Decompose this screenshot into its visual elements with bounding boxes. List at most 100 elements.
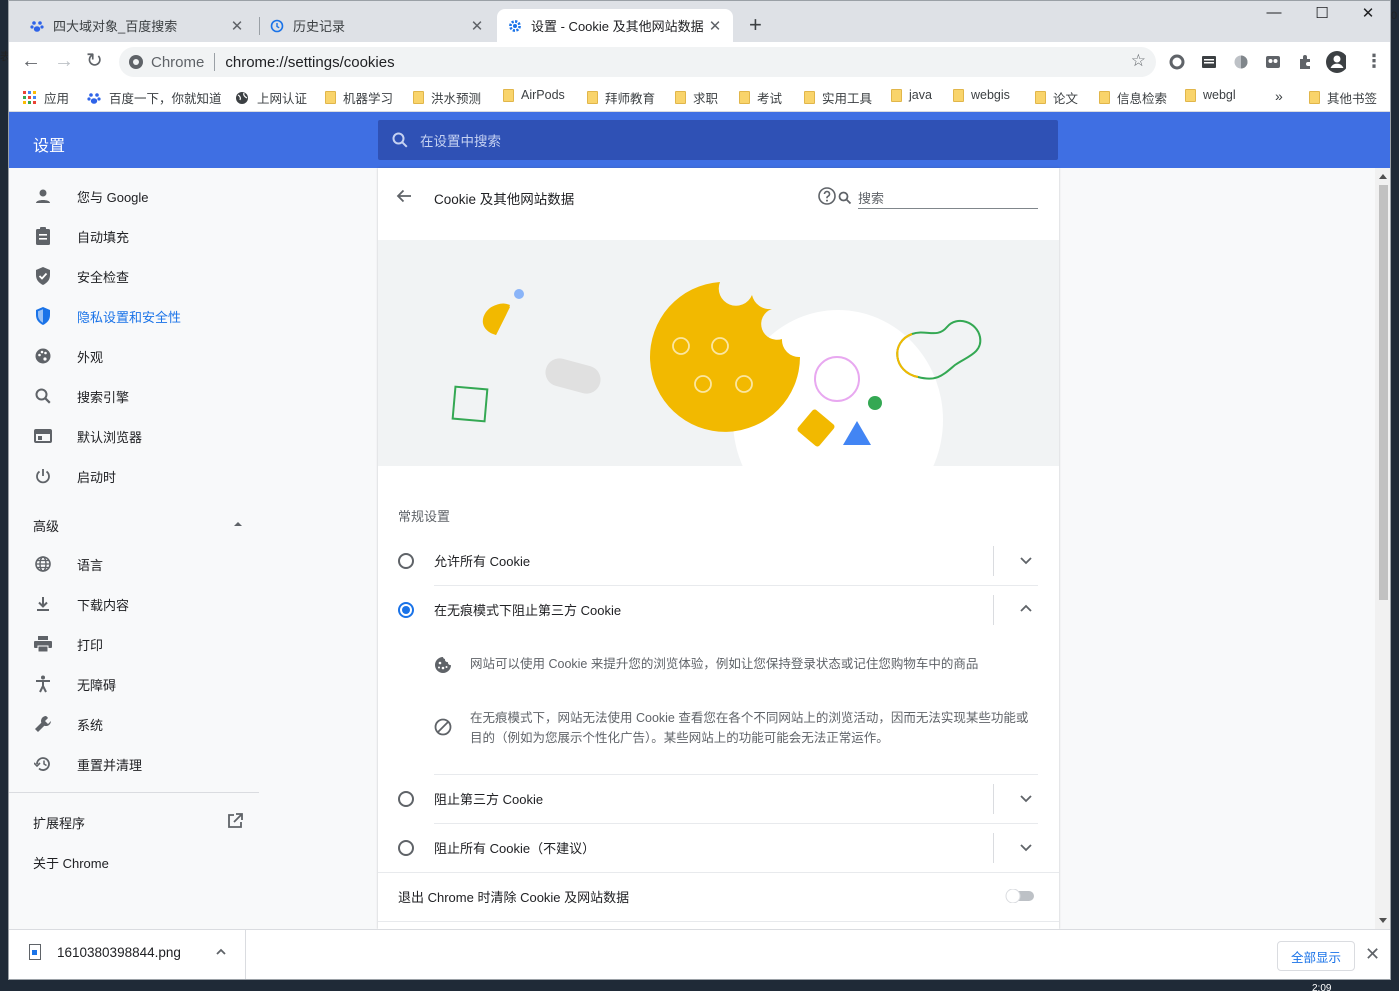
tab-settings-cookies[interactable]: 设置 - Cookie 及其他网站数据 ✕ — [497, 9, 733, 42]
bookmark-folder[interactable]: java — [891, 88, 932, 102]
forward-arrow-icon[interactable]: → — [54, 51, 74, 71]
sidebar-item-about-chrome[interactable]: 关于 Chrome — [33, 853, 109, 872]
bookmark-net-auth[interactable]: 上网认证 — [235, 88, 307, 107]
cookie-option-allow-all[interactable]: 允许所有 Cookie — [398, 536, 1038, 585]
sidebar-item-system[interactable]: 系统 — [33, 704, 103, 744]
sidebar-item-default-browser[interactable]: 默认浏览器 — [33, 416, 142, 456]
row-divider — [993, 546, 994, 576]
new-tab-button[interactable]: + — [749, 14, 762, 36]
help-icon[interactable] — [818, 187, 836, 210]
wrench-icon — [33, 714, 53, 734]
tab-baidu[interactable]: 四大域对象_百度搜索 ✕ — [19, 9, 255, 42]
chevron-down-icon[interactable] — [1018, 552, 1034, 568]
sidebar-item-accessibility[interactable]: 无障碍 — [33, 664, 116, 704]
close-tab-icon[interactable]: ✕ — [229, 17, 245, 35]
bookmark-folder[interactable]: webgl — [1185, 88, 1236, 102]
page-scrollbar[interactable] — [1375, 168, 1390, 929]
sidebar-item-languages[interactable]: 语言 — [33, 544, 103, 584]
chevron-up-icon[interactable] — [1018, 601, 1034, 617]
chrome-menu-icon[interactable]: ⋮ — [1365, 51, 1383, 71]
sidebar-item-reset-cleanup[interactable]: 重置并清理 — [33, 744, 142, 784]
site-info-icon[interactable] — [129, 55, 143, 69]
shield-lock-icon — [33, 306, 53, 326]
bookmark-folder[interactable]: 拜师教育 — [587, 88, 655, 107]
close-tab-icon[interactable]: ✕ — [469, 17, 485, 35]
sidebar-item-you-and-google[interactable]: 您与 Google — [33, 176, 149, 216]
address-bar[interactable]: Chrome chrome://settings/cookies ☆ — [119, 47, 1156, 77]
bookmark-folder[interactable]: 求职 — [675, 88, 718, 107]
bookmark-folder[interactable]: 论文 — [1035, 88, 1078, 107]
bookmark-star-icon[interactable]: ☆ — [1131, 51, 1146, 71]
profile-avatar-icon[interactable] — [1326, 51, 1346, 73]
minimize-button[interactable]: — — [1251, 4, 1297, 21]
sidebar-item-label: 安全检查 — [77, 269, 130, 285]
bookmark-label: AirPods — [521, 88, 565, 102]
chevron-up-icon[interactable] — [215, 946, 227, 958]
close-shelf-icon[interactable]: ✕ — [1365, 944, 1380, 965]
sidebar-item-privacy-security[interactable]: 隐私设置和安全性 — [33, 296, 181, 336]
close-window-button[interactable]: ✕ — [1345, 4, 1390, 22]
sidebar-item-autofill[interactable]: 自动填充 — [33, 216, 129, 256]
radio-button-selected[interactable] — [398, 601, 414, 618]
extension-reader-icon[interactable] — [1199, 52, 1219, 72]
address-url[interactable]: chrome://settings/cookies — [225, 54, 394, 71]
radio-button[interactable] — [398, 790, 414, 807]
sidebar-divider — [9, 792, 259, 793]
row-divider — [993, 595, 994, 625]
tab-history[interactable]: 历史记录 ✕ — [259, 9, 495, 42]
clipboard-icon — [33, 226, 53, 246]
printer-icon — [33, 634, 53, 654]
extension-moon-icon[interactable] — [1231, 52, 1251, 72]
radio-button[interactable] — [398, 839, 414, 856]
extension-circle-icon[interactable] — [1167, 52, 1187, 72]
bookmark-folder[interactable]: AirPods — [503, 88, 565, 102]
show-all-downloads-button[interactable]: 全部显示 — [1277, 941, 1355, 971]
scrollbar-thumb[interactable] — [1379, 185, 1388, 600]
sidebar-item-search-engine[interactable]: 搜索引擎 — [33, 376, 129, 416]
settings-search-input[interactable]: 在设置中搜索 — [378, 120, 1058, 160]
extensions-puzzle-icon[interactable] — [1295, 52, 1315, 72]
bookmark-folder[interactable]: 机器学习 — [325, 88, 393, 107]
radio-button[interactable] — [398, 552, 414, 569]
bookmark-label: 其他书签 — [1327, 92, 1378, 106]
clear-on-exit-row[interactable]: 退出 Chrome 时清除 Cookie 及网站数据 — [398, 872, 1059, 921]
sidebar-item-on-startup[interactable]: 启动时 — [33, 456, 116, 496]
bookmark-apps[interactable]: 应用 — [23, 88, 69, 107]
cookie-option-block-third-party[interactable]: 阻止第三方 Cookie — [398, 774, 1038, 823]
bookmark-folder[interactable]: 信息检索 — [1099, 88, 1167, 107]
reload-icon[interactable]: ↻ — [86, 51, 103, 71]
cookie-option-block-third-party-incognito[interactable]: 在无痕模式下阻止第三方 Cookie — [398, 585, 1038, 634]
advanced-section-toggle[interactable]: 高级 — [33, 516, 243, 535]
folder-icon — [1309, 91, 1320, 104]
cookie-option-block-all[interactable]: 阻止所有 Cookie（不建议） — [398, 823, 1038, 872]
bookmark-folder[interactable]: webgis — [953, 88, 1010, 102]
sidebar-item-printing[interactable]: 打印 — [33, 624, 103, 664]
bookmark-folder[interactable]: 洪水预测 — [413, 88, 481, 107]
folder-icon — [675, 91, 686, 104]
bookmark-folder[interactable]: 实用工具 — [804, 88, 872, 107]
chevron-down-icon[interactable] — [1018, 839, 1034, 855]
cookie-icon — [434, 656, 454, 680]
sidebar-item-safety-check[interactable]: 安全检查 — [33, 256, 129, 296]
cookies-search-input[interactable]: 搜索 — [838, 187, 1038, 209]
folder-icon — [739, 91, 750, 104]
bookmark-folder[interactable]: 考试 — [739, 88, 782, 107]
download-icon — [33, 594, 53, 614]
scroll-up-arrow-icon[interactable] — [1379, 174, 1387, 179]
chevron-down-icon[interactable] — [1018, 790, 1034, 806]
other-bookmarks[interactable]: 其他书签 — [1309, 88, 1377, 107]
bookmark-baidu[interactable]: 百度一下，你就知道 — [87, 88, 222, 107]
back-arrow-icon[interactable] — [396, 188, 412, 209]
clear-on-exit-toggle[interactable] — [1005, 889, 1035, 903]
download-item[interactable]: 1610380398844.png — [29, 944, 227, 960]
bookmarks-overflow-button[interactable]: » — [1275, 88, 1283, 104]
close-tab-icon[interactable]: ✕ — [707, 17, 723, 35]
extension-profile-card-icon[interactable] — [1263, 52, 1283, 72]
sidebar-item-appearance[interactable]: 外观 — [33, 336, 103, 376]
settings-title: 设置 — [33, 138, 66, 155]
scroll-down-arrow-icon[interactable] — [1379, 918, 1387, 923]
back-arrow-icon[interactable]: ← — [21, 51, 41, 71]
sidebar-item-downloads[interactable]: 下载内容 — [33, 584, 129, 624]
sidebar-item-extensions[interactable]: 扩展程序 — [33, 813, 243, 832]
maximize-button[interactable]: ☐ — [1299, 4, 1345, 22]
